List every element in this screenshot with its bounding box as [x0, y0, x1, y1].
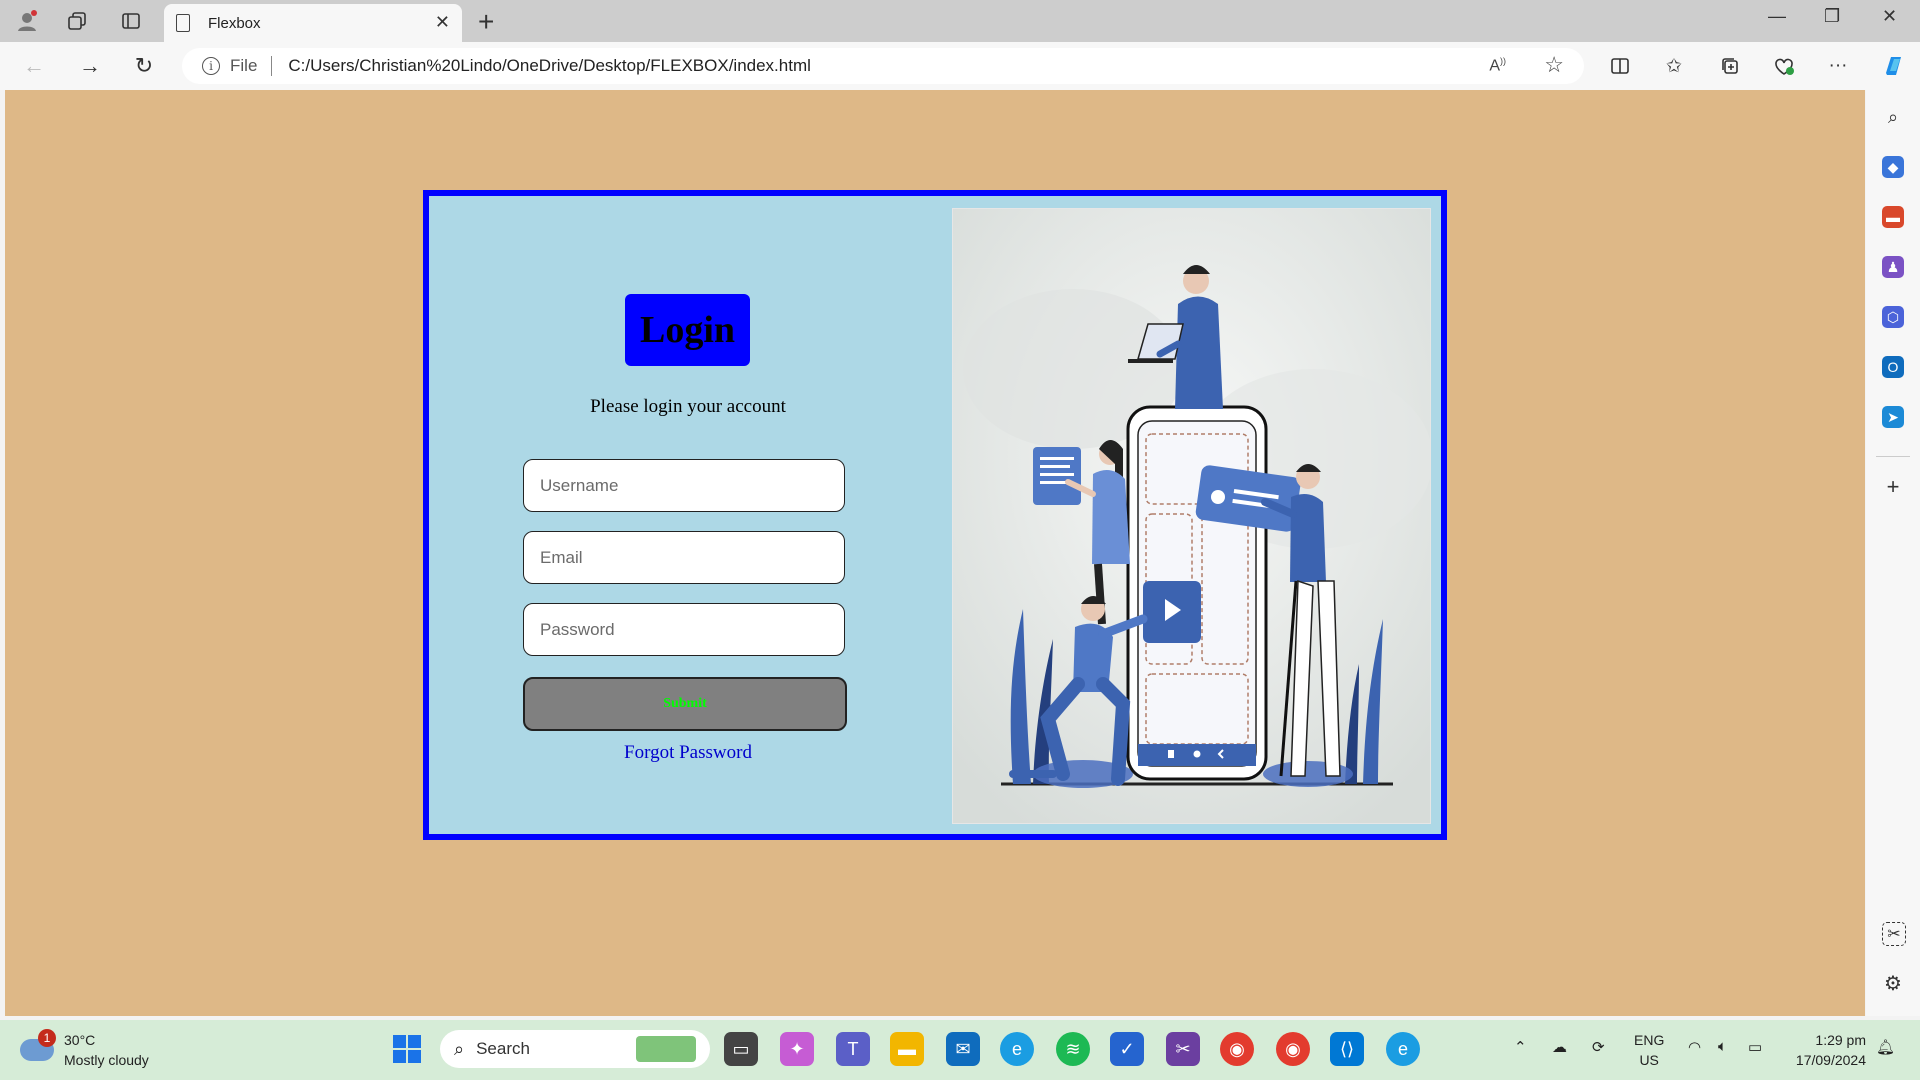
taskbar-search[interactable]: ⌕ Search — [440, 1030, 710, 1068]
login-heading: Login — [625, 294, 750, 366]
mail-icon[interactable]: ✉ — [946, 1032, 980, 1066]
login-container: Login Please login your account Submit F… — [423, 190, 1447, 840]
restore-icon[interactable]: ❐ — [1824, 6, 1840, 27]
taskbar-clock[interactable]: 1:29 pm 17/09/2024 — [1788, 1030, 1866, 1070]
edge-active-icon[interactable]: e — [1386, 1032, 1420, 1066]
username-input[interactable] — [523, 459, 845, 512]
microsoft365-icon[interactable]: ⬡ — [1882, 306, 1904, 328]
search-highlight-image — [636, 1036, 696, 1062]
add-icon[interactable]: + — [1882, 474, 1904, 499]
submit-button[interactable]: Submit — [523, 677, 847, 731]
taskbar-search-label: Search — [476, 1039, 530, 1058]
todo-icon[interactable]: ✓ — [1110, 1032, 1144, 1066]
clock-date: 17/09/2024 — [1795, 1052, 1866, 1068]
volume-icon[interactable]: 🔈︎ — [1718, 1038, 1727, 1055]
teams-icon[interactable]: T — [836, 1032, 870, 1066]
language-indicator[interactable]: ENG US — [1634, 1030, 1664, 1070]
wifi-icon[interactable]: ◠ — [1688, 1038, 1701, 1056]
close-tab-icon[interactable]: ✕ — [435, 12, 450, 33]
workspaces-icon[interactable] — [64, 8, 90, 34]
chrome-profile-icon[interactable]: ◉ — [1276, 1032, 1310, 1066]
clock-time: 1:29 pm — [1815, 1032, 1866, 1048]
forgot-password-link[interactable]: Forgot Password — [429, 742, 947, 764]
minimize-icon[interactable]: — — [1768, 6, 1786, 27]
language-code: ENG — [1634, 1032, 1665, 1048]
region-code: US — [1639, 1052, 1659, 1068]
browser-tab-strip: Flexbox ✕ + — ❐ ✕ — [0, 0, 1920, 42]
copilot-icon[interactable] — [1880, 52, 1908, 80]
sidebar-divider — [1876, 456, 1910, 457]
favorites-icon[interactable]: ✩ — [1660, 52, 1688, 80]
close-window-icon[interactable]: ✕ — [1882, 6, 1897, 27]
weather-temp: 30°C — [64, 1032, 96, 1048]
browser-essentials-icon[interactable] — [1770, 52, 1798, 80]
shopping-tag-icon[interactable]: ◆ — [1882, 156, 1904, 178]
spotify-icon[interactable]: ≋ — [1056, 1032, 1090, 1066]
email-input[interactable] — [523, 531, 845, 584]
outlook-icon[interactable]: O — [1882, 356, 1904, 378]
forward-icon[interactable]: → — [74, 50, 106, 82]
file-label: File — [230, 56, 258, 75]
address-bar[interactable]: i File C:/Users/Christian%20Lindo/OneDri… — [182, 48, 1584, 84]
copilot-app-icon[interactable]: ✦ — [780, 1032, 814, 1066]
windows-start-icon[interactable] — [390, 1032, 424, 1066]
drop-send-icon[interactable]: ➤ — [1882, 406, 1904, 428]
battery-icon[interactable]: ▭ — [1748, 1038, 1762, 1056]
chrome-icon[interactable]: ◉ — [1220, 1032, 1254, 1066]
snipping-tool-icon[interactable]: ✂ — [1166, 1032, 1200, 1066]
edge-icon[interactable]: e — [1000, 1032, 1034, 1066]
favorite-star-icon[interactable]: ☆ — [1544, 52, 1564, 78]
games-icon[interactable]: ♟ — [1882, 256, 1904, 278]
login-subtitle: Please login your account — [590, 396, 786, 417]
tools-briefcase-icon[interactable]: ▬ — [1882, 206, 1904, 228]
search-magnifier-icon: ⌕ — [454, 1038, 465, 1059]
tab-actions-icon[interactable] — [118, 8, 144, 34]
login-form: Login Please login your account Submit F… — [429, 196, 947, 834]
file-explorer-icon[interactable]: ▬ — [890, 1032, 924, 1066]
settings-more-icon[interactable]: ··· — [1824, 52, 1852, 80]
search-icon[interactable]: ⌕ — [1882, 106, 1904, 128]
browser-toolbar: ← → ↻ i File C:/Users/Christian%20Lindo/… — [0, 42, 1920, 90]
settings-gear-icon[interactable]: ⚙ — [1882, 972, 1904, 995]
vscode-icon[interactable]: ⟨⟩ — [1330, 1032, 1364, 1066]
tab-title: Flexbox — [208, 14, 261, 32]
tab-flexbox[interactable]: Flexbox ✕ — [164, 4, 462, 42]
new-tab-button[interactable]: + — [478, 6, 494, 38]
password-input[interactable] — [523, 603, 845, 656]
collections-icon[interactable] — [1716, 52, 1744, 80]
address-separator — [271, 56, 273, 76]
document-icon — [176, 14, 190, 32]
weather-cloud-icon: 1 — [20, 1029, 56, 1061]
url-text[interactable]: C:/Users/Christian%20Lindo/OneDrive/Desk… — [288, 56, 811, 76]
back-icon[interactable]: ← — [18, 50, 50, 82]
edge-sidebar: ⌕ ◆ ▬ ♟ ⬡ O ➤ + ✂ ⚙ — [1866, 90, 1920, 1016]
sync-icon[interactable]: ⟳ — [1592, 1038, 1605, 1056]
tray-chevron-icon[interactable]: ⌃ — [1514, 1038, 1527, 1056]
profile-icon[interactable] — [14, 8, 40, 34]
windows-taskbar: 1 30°C Mostly cloudy ⌕ Search ▭ ✦ T ▬ ✉ … — [0, 1020, 1920, 1080]
split-screen-icon[interactable] — [1606, 52, 1634, 80]
screenshot-icon[interactable]: ✂ — [1882, 922, 1906, 946]
onedrive-icon[interactable]: ☁ — [1552, 1038, 1567, 1056]
login-illustration — [952, 208, 1431, 824]
weather-description: Mostly cloudy — [64, 1052, 149, 1068]
read-aloud-icon[interactable]: A)) — [1489, 56, 1506, 75]
weather-widget[interactable]: 1 30°C Mostly cloudy — [20, 1029, 149, 1070]
task-view-icon[interactable]: ▭ — [724, 1032, 758, 1066]
notification-bell-icon[interactable]: 🔔︎ — [1876, 1038, 1895, 1056]
refresh-icon[interactable]: ↻ — [128, 50, 160, 82]
info-icon[interactable]: i — [202, 57, 220, 75]
weather-badge: 1 — [38, 1029, 56, 1047]
page-viewport: Login Please login your account Submit F… — [5, 90, 1865, 1016]
